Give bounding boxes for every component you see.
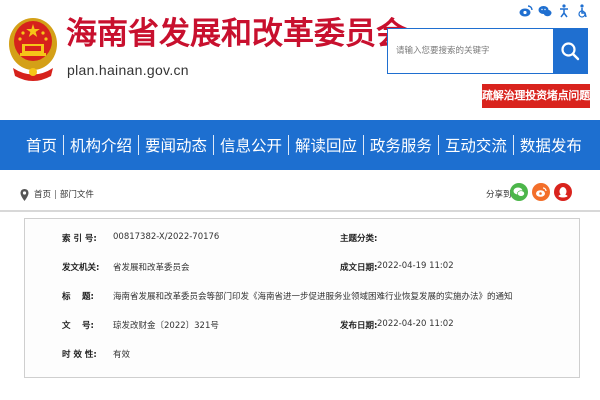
- search-input[interactable]: [388, 29, 548, 73]
- share-qq-icon[interactable]: [554, 183, 572, 201]
- nav-separator: [287, 135, 289, 155]
- breadcrumb-home[interactable]: 首页: [34, 190, 51, 200]
- top-icon-bar: [519, 4, 590, 18]
- search-icon: [561, 42, 580, 61]
- validity-value: 有效: [113, 350, 131, 360]
- index-value: 00817382-X/2022-70176: [113, 232, 220, 242]
- created-date-label: 成文日期:: [340, 263, 378, 273]
- published-date-value: 2022-04-20 11:02: [377, 319, 454, 329]
- share-weibo-icon[interactable]: [532, 183, 550, 201]
- main-nav: 首页 机构介绍 要闻动态 信息公开 解读回应 政务服务 互动交流 数据发布: [0, 120, 600, 170]
- nav-item-home[interactable]: 首页: [26, 134, 57, 156]
- info-row-title: 标 题: 海南省发展和改革委员会等部门印发《海南省进一步促进服务业领域困难行业恢…: [25, 290, 581, 310]
- breadcrumb-separator: |: [54, 190, 57, 200]
- search-button[interactable]: [553, 29, 587, 73]
- nav-separator: [362, 135, 364, 155]
- nav-item-news[interactable]: 要闻动态: [145, 134, 207, 156]
- docno-label: 文 号:: [62, 321, 94, 331]
- breadcrumb-bar: 首页 | 部门文件 分享到:: [0, 178, 600, 210]
- title-label: 标 题:: [62, 292, 94, 302]
- nav-separator: [212, 135, 214, 155]
- share-wechat-icon[interactable]: [510, 183, 528, 201]
- created-date-value: 2022-04-19 11:02: [377, 261, 454, 271]
- breadcrumb-dept-files[interactable]: 部门文件: [60, 190, 94, 200]
- index-label: 索 引 号:: [62, 234, 97, 244]
- nav-item-disclosure[interactable]: 信息公开: [220, 134, 282, 156]
- published-date-label: 发布日期:: [340, 321, 378, 331]
- weibo-icon[interactable]: [519, 4, 533, 18]
- issuer-label: 发文机关:: [62, 263, 100, 273]
- nav-item-interaction[interactable]: 互动交流: [445, 134, 507, 156]
- docno-value: 琼发改财金〔2022〕321号: [113, 321, 219, 331]
- promo-banner[interactable]: 疏解治理投资堵点问题: [482, 84, 590, 108]
- wechat-icon[interactable]: [538, 4, 552, 18]
- nav-item-about[interactable]: 机构介绍: [70, 134, 132, 156]
- info-row-docno: 文 号: 琼发改财金〔2022〕321号 发布日期: 2022-04-20 11…: [25, 319, 581, 339]
- nav-separator: [137, 135, 139, 155]
- site-header: 海南省发展和改革委员会 plan.hainan.gov.cn 疏解治理投资堵点问…: [0, 0, 600, 117]
- validity-label: 时 效 性:: [62, 350, 97, 360]
- info-row-index: 索 引 号: 00817382-X/2022-70176 主题分类:: [25, 232, 581, 252]
- title-value: 海南省发展和改革委员会等部门印发《海南省进一步促进服务业领域困难行业恢复发展的实…: [113, 292, 513, 302]
- nav-separator: [437, 135, 439, 155]
- info-row-validity: 时 效 性: 有效: [25, 348, 581, 368]
- accessibility-icon[interactable]: [557, 4, 571, 18]
- subject-label: 主题分类:: [340, 234, 378, 244]
- breadcrumb: 首页 | 部门文件: [34, 188, 94, 200]
- info-row-issuer: 发文机关: 省发展和改革委员会 成文日期: 2022-04-19 11:02: [25, 261, 581, 281]
- national-emblem-icon: [9, 18, 57, 81]
- nav-separator: [63, 135, 64, 155]
- nav-item-services[interactable]: 政务服务: [370, 134, 432, 156]
- document-info-panel: 索 引 号: 00817382-X/2022-70176 主题分类: 发文机关:…: [24, 218, 580, 378]
- site-url: plan.hainan.gov.cn: [67, 62, 189, 78]
- nav-separator: [512, 135, 514, 155]
- nav-item-data[interactable]: 数据发布: [520, 134, 582, 156]
- content-divider: [0, 210, 600, 212]
- nav-item-interpretation[interactable]: 解读回应: [295, 134, 357, 156]
- issuer-value: 省发展和改革委员会: [113, 263, 190, 273]
- site-title: 海南省发展和改革委员会: [66, 16, 407, 52]
- search-box: [387, 28, 588, 74]
- location-pin-icon: [20, 189, 29, 201]
- elderly-care-icon[interactable]: [576, 4, 590, 18]
